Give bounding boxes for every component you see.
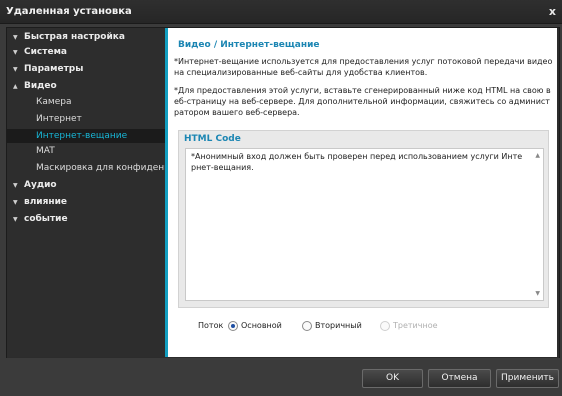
tree-item-audio[interactable]: ▼ Аудио (7, 179, 165, 192)
radio-label: Основной (241, 321, 282, 330)
html-code-panel: HTML Code *Анонимный вход должен быть пр… (178, 130, 549, 308)
tree-item-video[interactable]: ▲ Видео (7, 80, 165, 93)
expand-arrow-icon: ▼ (13, 34, 18, 41)
html-code-textarea[interactable]: *Анонимный вход должен быть проверен пер… (185, 148, 544, 301)
radio-dot-icon (302, 321, 312, 331)
radio-label: Вторичный (315, 321, 362, 330)
title-bar: Удаленная установка x (0, 0, 562, 24)
tree-item-parameters[interactable]: ▼ Параметры (7, 63, 165, 76)
instruction-text: *Для предоставления этой услуги, вставьт… (174, 86, 551, 117)
expand-arrow-icon: ▲ (13, 83, 18, 90)
expand-arrow-icon: ▼ (13, 49, 18, 56)
expand-arrow-icon: ▼ (13, 216, 18, 223)
tree-item-internet[interactable]: Интернет (7, 113, 165, 126)
cancel-button[interactable]: Отмена (428, 369, 491, 388)
tree-item-quick-setup[interactable]: ▼ Быстрая настройка (7, 31, 165, 44)
description-text: *Интернет-вещание используется для предо… (174, 57, 553, 77)
html-code-content: *Анонимный вход должен быть проверен пер… (191, 152, 523, 172)
tree-item-label: Параметры (24, 64, 84, 74)
tree-item-label: событие (24, 214, 68, 224)
sidebar-tree: ▼ Быстрая настройка ▼ Система ▼ Параметр… (7, 28, 165, 357)
tree-item-label: MAT (36, 146, 55, 156)
window-title: Удаленная установка (6, 6, 132, 17)
tree-item-label: Маскировка для конфиденциальности (36, 163, 165, 173)
tree-item-system[interactable]: ▼ Система (7, 46, 165, 59)
radio-label: Третичное (393, 321, 438, 330)
scroll-down-arrow-icon[interactable]: ▼ (535, 290, 540, 297)
radio-dot-icon (228, 321, 238, 331)
tree-item-privacy-mask[interactable]: Маскировка для конфиденциальности (7, 162, 165, 175)
tree-item-mat[interactable]: MAT (7, 145, 165, 158)
scroll-up-arrow-icon[interactable]: ▲ (535, 152, 540, 159)
tree-item-label: Камера (36, 97, 72, 107)
tree-item-label: Аудио (24, 180, 57, 190)
expand-arrow-icon: ▼ (13, 66, 18, 73)
expand-arrow-icon: ▼ (13, 199, 18, 206)
tree-item-label: Система (24, 47, 67, 57)
stream-label: Поток (198, 321, 224, 330)
radio-dot-icon (380, 321, 390, 331)
tree-item-camera[interactable]: Камера (7, 96, 165, 109)
tree-item-event[interactable]: ▼ событие (7, 213, 165, 226)
content-panel: Видео / Интернет-вещание *Интернет-вещан… (168, 28, 557, 357)
tree-item-influence[interactable]: ▼ влияние (7, 196, 165, 209)
tree-item-label: Интернет (36, 114, 82, 124)
html-code-title: HTML Code (184, 134, 241, 144)
ok-button[interactable]: OK (362, 369, 423, 388)
close-icon[interactable]: x (549, 5, 556, 18)
tree-item-webcasting[interactable]: Интернет-вещание (7, 129, 165, 143)
page-title: Видео / Интернет-вещание (178, 40, 320, 50)
expand-arrow-icon: ▼ (13, 182, 18, 189)
tree-item-label: влияние (24, 197, 68, 207)
apply-button[interactable]: Применить (496, 369, 559, 388)
tree-item-label: Видео (24, 81, 57, 91)
tree-item-label: Интернет-вещание (36, 131, 128, 141)
tree-item-label: Быстрая настройка (24, 32, 125, 42)
